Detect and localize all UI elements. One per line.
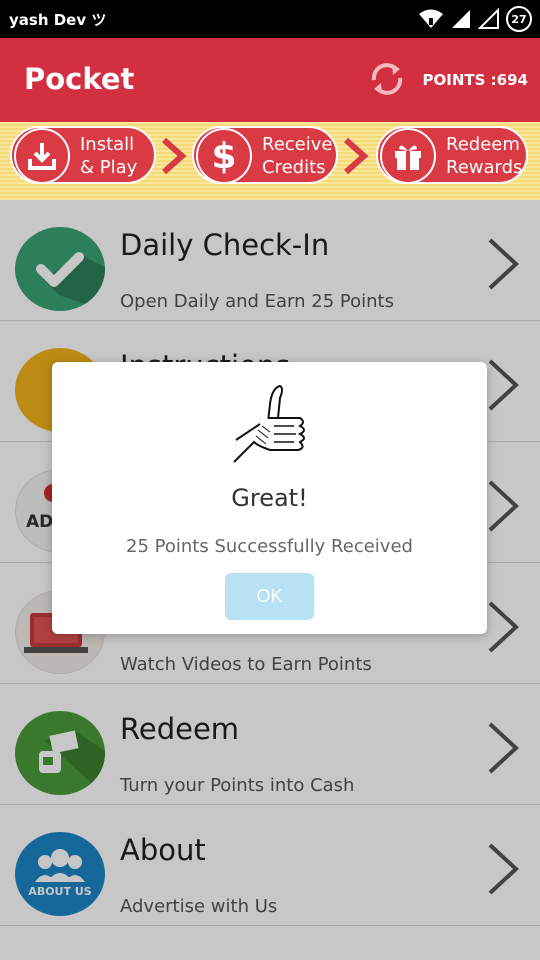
app-title: Pocket	[24, 62, 135, 96]
gift-icon	[380, 128, 436, 184]
status-user-name: yash Dev ツ	[9, 11, 107, 29]
download-icon	[14, 128, 70, 184]
thumbs-up-icon	[233, 384, 305, 463]
status-bar: yash Dev ツ 27	[0, 0, 540, 38]
success-dialog: Great! 25 Points Successfully Received O…	[52, 362, 487, 634]
wifi-icon	[419, 9, 443, 28]
app-screen: yash Dev ツ 27 Pocket POINTS :694 Install…	[0, 0, 540, 960]
step-label: Install & Play	[80, 134, 138, 178]
dialog-title: Great!	[231, 484, 308, 512]
step-receive-credits: $ Receive Credits	[192, 126, 338, 184]
step-label: Redeem Rewards	[446, 134, 523, 178]
app-bar: Pocket POINTS :694	[0, 38, 540, 122]
chevron-right-icon	[344, 137, 369, 175]
signal-empty-icon	[478, 8, 499, 29]
refresh-icon[interactable]	[366, 58, 408, 100]
signal-icon	[452, 10, 470, 28]
status-icons: 27	[418, 5, 532, 33]
steps-strip: Install & Play $ Receive Credits Redeem …	[0, 122, 540, 200]
dialog-message: 25 Points Successfully Received	[126, 536, 413, 557]
step-install-play: Install & Play	[10, 126, 156, 184]
dollar-icon: $	[196, 128, 252, 184]
step-label: Receive Credits	[262, 134, 333, 178]
chevron-right-icon	[162, 137, 187, 175]
step-redeem-rewards: Redeem Rewards	[376, 126, 528, 184]
battery-icon: 27	[506, 6, 532, 32]
ok-button[interactable]: OK	[225, 573, 314, 620]
points-balance: POINTS :694	[422, 71, 528, 89]
